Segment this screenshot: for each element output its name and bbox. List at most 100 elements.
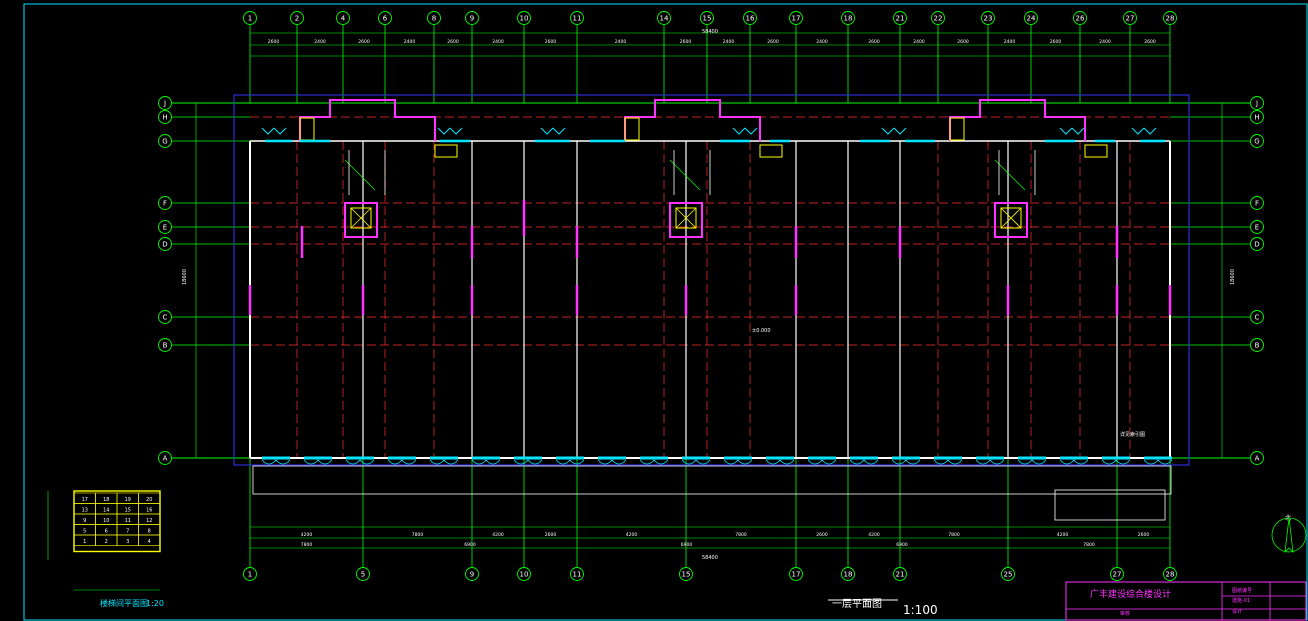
detail-cell-number: 13 — [82, 508, 88, 514]
detail-cell-number: 7 — [126, 529, 129, 535]
dimension-layer: 2600 2400 2600 2400 2600 2400 2600 2400 2600 2400… — [195, 32, 1223, 549]
dimension-label-bottom: 4200 — [492, 532, 504, 538]
detail-cell-number: 17 — [82, 497, 88, 503]
axis-bubble-left: A — [163, 455, 168, 463]
toilet-box — [434, 144, 458, 158]
window-sash — [849, 459, 879, 465]
drawing-number-label: 图纸编号 — [1232, 587, 1252, 594]
dimension-label-bottom: 4200 — [626, 532, 638, 538]
elevation-mark: ±0.000 — [752, 328, 771, 334]
door-swing — [1059, 127, 1085, 135]
dimension-label-top: 2600 — [545, 39, 557, 45]
axis-bubble-top: 4 — [341, 15, 346, 23]
overall-depth-dim-left: 18600 — [182, 269, 188, 285]
window-sash — [387, 459, 417, 465]
dimension-label-top: 2600 — [447, 39, 459, 45]
stair-run — [344, 159, 376, 191]
window-sash — [723, 459, 753, 465]
dimension-label-top: 2400 — [1099, 39, 1111, 45]
dimension-label-top: 2400 — [492, 39, 504, 45]
window-sash — [639, 459, 669, 465]
axis-bubble-top: 22 — [934, 15, 943, 23]
detail-cell-number: 15 — [125, 508, 131, 514]
detail-cell-number: 8 — [148, 529, 151, 535]
cad-floor-plan: 2600 2400 2600 2400 2600 2400 2600 2400 2600 2400… — [23, 3, 1308, 621]
axis-bubble-top: 17 — [792, 15, 801, 23]
axis-bubble-bottom: 27 — [1113, 571, 1122, 579]
stair-core — [299, 99, 458, 238]
detail-cell-number: 2 — [105, 539, 108, 545]
axis-bubble-top: 23 — [984, 15, 993, 23]
window-sash — [933, 459, 963, 465]
axis-bubble-left: B — [163, 342, 168, 350]
window-sash — [1017, 459, 1047, 465]
axis-bubble-top: 21 — [896, 15, 905, 23]
detail-cell-number: 5 — [83, 529, 86, 535]
wall-layer — [233, 94, 1190, 521]
window-sash — [807, 459, 837, 465]
axis-bubble-right: J — [1255, 100, 1258, 108]
axis-bubble-top: 27 — [1126, 15, 1135, 23]
drawing-scale: 1:100 — [903, 603, 938, 617]
window-sash — [1143, 459, 1173, 465]
stair-box — [299, 117, 315, 141]
core-wall-top — [624, 99, 761, 141]
stair-core — [949, 99, 1108, 238]
dimension-label-bottom: 2600 — [1138, 532, 1150, 538]
axis-bubble-top: 18 — [844, 15, 853, 23]
north-arrow-circle — [1271, 517, 1307, 553]
toilet-box — [1084, 144, 1108, 158]
dimension-label-top: 2400 — [314, 39, 326, 45]
axis-bubble-bottom: 18 — [844, 571, 853, 579]
stair-detail-layer: 17 18 19 2013 14 15 169 10 11 125 6 7 81 2 3 4 — [47, 490, 161, 591]
dimension-label-bottom: 7800 — [412, 532, 424, 538]
axis-bubble-left: H — [162, 114, 167, 122]
axis-bubble-bottom: 25 — [1004, 571, 1013, 579]
door-swing — [437, 127, 463, 135]
detail-cell-number: 1 — [83, 539, 86, 545]
north-arrow-pointer — [1284, 517, 1294, 554]
detail-scale: 1:20 — [146, 599, 164, 608]
sheet-number: 建施-01 — [1232, 597, 1250, 604]
detail-cell-number: 18 — [103, 497, 109, 503]
axis-bubble-top: 10 — [520, 15, 529, 23]
window-sash — [429, 459, 459, 465]
window-sash — [261, 459, 291, 465]
window-sash — [513, 459, 543, 465]
axis-bubble-layer: 1 2 4 6 8 9 10 11 14 15 16 17 18 21 22 23 24 26 27 281 5 9 10 1… — [158, 11, 1264, 581]
axis-bubble-top: 2 — [295, 15, 299, 23]
axis-bubble-right: E — [1255, 224, 1259, 232]
axis-bubble-top: 8 — [432, 15, 436, 23]
entry-ramp — [1054, 489, 1166, 521]
total-length-dim-bottom: 58400 — [702, 555, 718, 561]
window-sash — [303, 459, 333, 465]
stair-box — [949, 117, 965, 141]
door-swing — [540, 127, 566, 135]
dimension-label-top: 2400 — [1004, 39, 1016, 45]
dimension-label-top: 2600 — [767, 39, 779, 45]
drawing-frame — [23, 3, 1308, 621]
window-sash — [597, 459, 627, 465]
detail-cell-number: 10 — [103, 518, 109, 524]
axis-bubble-top: 16 — [746, 15, 755, 23]
door-swing — [1131, 127, 1157, 135]
core-wall-top — [299, 99, 436, 141]
dimension-label-top: 2600 — [1144, 39, 1156, 45]
axis-bubble-top: 15 — [703, 15, 712, 23]
detail-cell-number: 14 — [103, 508, 109, 514]
axis-bubble-left: G — [162, 138, 167, 146]
total-length-dim: 58400 — [702, 29, 718, 35]
dimension-label-top: 2600 — [358, 39, 370, 45]
toilet-box — [759, 144, 783, 158]
window-layer — [261, 127, 1173, 465]
stair-run — [669, 159, 701, 191]
axis-bubble-right: H — [1254, 114, 1259, 122]
callout-note: 详见索引图 — [1120, 431, 1145, 438]
axis-bubble-right: D — [1254, 241, 1259, 249]
axis-bubble-bottom: 21 — [896, 571, 905, 579]
axis-bubble-bottom: 28 — [1166, 571, 1175, 579]
axis-bubble-left: E — [163, 224, 167, 232]
dimension-label-total: 7800 — [301, 542, 313, 548]
window-sash — [1101, 459, 1131, 465]
axis-bubble-right: F — [1255, 200, 1259, 208]
